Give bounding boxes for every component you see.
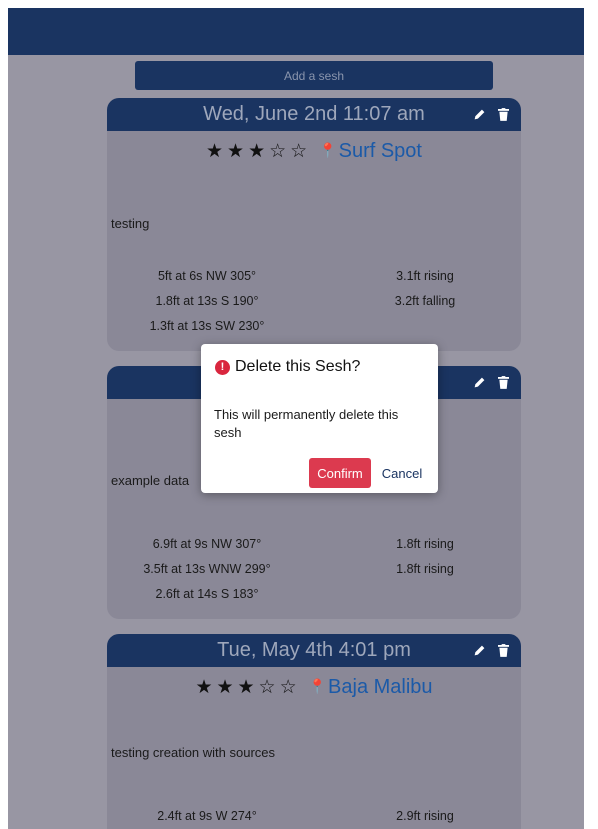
star-rating[interactable]: ★★★☆☆ — [195, 676, 300, 698]
swell-reading: 3.5ft at 13s WNW 299° — [143, 562, 271, 576]
top-navbar — [8, 8, 584, 55]
trash-icon[interactable] — [498, 108, 509, 121]
conditions: 2.4ft at 9s W 274° 2.9ft rising — [107, 809, 521, 829]
session-notes: example data — [111, 473, 190, 488]
star-rating[interactable]: ★★★☆☆ — [206, 140, 311, 162]
rating-row: ★★★☆☆ 📍 Baja Malibu — [107, 669, 521, 705]
spot-link[interactable]: Baja Malibu — [328, 676, 433, 699]
swell-reading: 1.8ft at 13s S 190° — [155, 294, 259, 308]
session-notes: testing — [111, 216, 150, 231]
session-date: Tue, May 4th 4:01 pm — [217, 639, 411, 661]
swell-reading: 6.9ft at 9s NW 307° — [152, 537, 262, 551]
pencil-icon[interactable] — [473, 644, 486, 657]
swell-reading: 1.3ft at 13s SW 230° — [149, 319, 265, 333]
pencil-icon[interactable] — [473, 376, 486, 389]
card-header: Wed, June 2nd 11:07 am — [107, 98, 521, 131]
card-header: Tue, May 4th 4:01 pm — [107, 634, 521, 667]
conditions: 6.9ft at 9s NW 307° 1.8ft rising 3.5ft a… — [107, 537, 521, 612]
swell-reading: 5ft at 6s NW 305° — [157, 269, 257, 283]
map-pin-icon: 📍 — [319, 143, 337, 159]
rating-row: ★★★☆☆ 📍 Surf Spot — [107, 133, 521, 169]
swell-reading: 2.6ft at 14s S 183° — [155, 587, 259, 601]
trash-icon[interactable] — [498, 644, 509, 657]
session-date: Wed, June 2nd 11:07 am — [203, 103, 425, 125]
session-notes: testing creation with sources — [111, 745, 276, 760]
trash-icon[interactable] — [498, 376, 509, 389]
pencil-icon[interactable] — [473, 108, 486, 121]
add-sesh-button[interactable]: Add a sesh — [135, 61, 493, 90]
app-container: Add a sesh Wed, June 2nd 11:07 am ★★★☆☆ … — [8, 8, 584, 829]
tide-reading: 3.1ft rising — [396, 269, 454, 283]
modal-message: This will permanently delete this sesh — [214, 407, 399, 440]
conditions: 5ft at 6s NW 305° 3.1ft rising 1.8ft at … — [107, 269, 521, 344]
cancel-button[interactable]: Cancel — [377, 458, 427, 488]
swell-reading: 2.4ft at 9s W 274° — [157, 809, 257, 823]
session-card: Wed, June 2nd 11:07 am ★★★☆☆ 📍 Surf Spot… — [107, 98, 521, 351]
modal-title: ! Delete this Sesh? — [215, 358, 360, 376]
delete-confirm-modal: ! Delete this Sesh? This will permanentl… — [201, 344, 438, 493]
alert-circle-icon: ! — [215, 359, 230, 375]
confirm-button[interactable]: Confirm — [309, 458, 371, 488]
map-pin-icon: 📍 — [308, 679, 327, 695]
spot-link[interactable]: Surf Spot — [339, 140, 422, 163]
tide-reading: 3.2ft falling — [394, 294, 456, 308]
modal-title-text: Delete this Sesh? — [235, 358, 361, 375]
tide-reading: 1.8ft rising — [396, 562, 454, 576]
tide-reading: 1.8ft rising — [396, 537, 454, 551]
session-card: Tue, May 4th 4:01 pm ★★★☆☆ 📍 Baja Malibu… — [107, 634, 521, 829]
tide-reading: 2.9ft rising — [396, 809, 454, 823]
